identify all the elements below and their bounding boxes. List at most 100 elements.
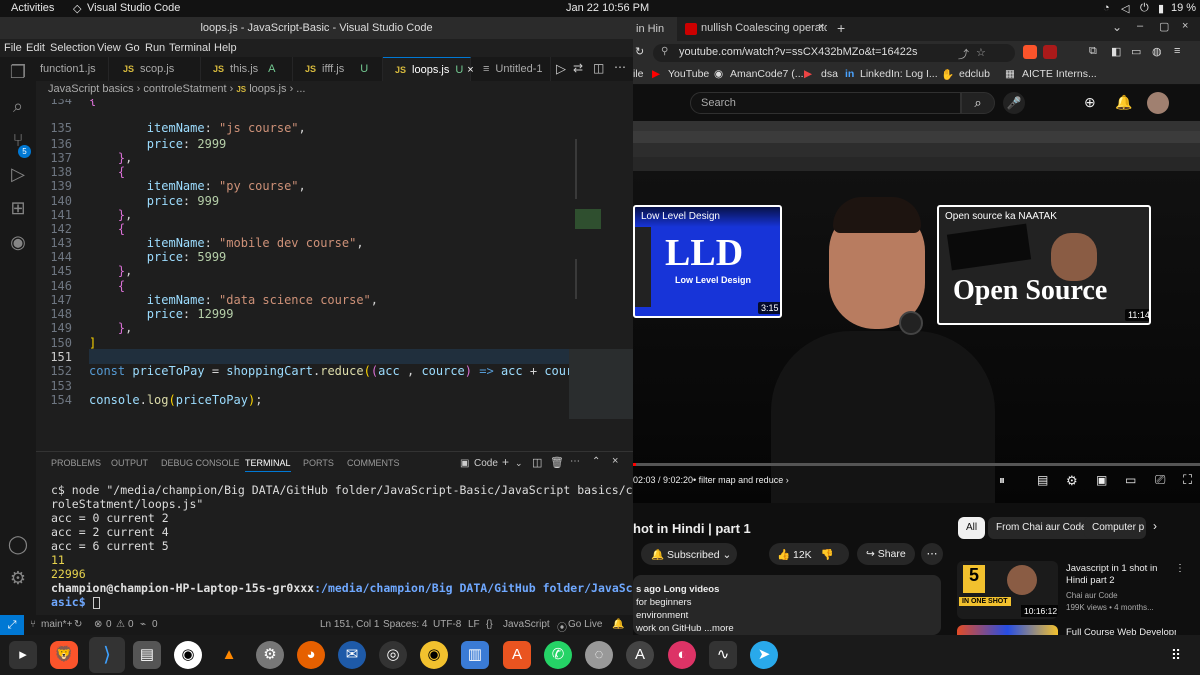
terminal-app-icon[interactable]: ▸ xyxy=(9,641,37,669)
clock[interactable]: Jan 22 10:56 PM xyxy=(566,2,649,14)
show-apps-icon[interactable]: ⠿ xyxy=(1162,641,1190,669)
tab-youtube[interactable]: in Hin xyxy=(633,17,677,41)
menu-terminal[interactable]: Terminal xyxy=(169,42,211,54)
battery-icon[interactable]: ▮ xyxy=(1158,2,1164,15)
split-terminal-icon[interactable]: ◫ xyxy=(532,456,542,469)
trash-icon[interactable]: 🗑 xyxy=(550,456,564,469)
panel-tab-debug[interactable]: DEBUG CONSOLE xyxy=(161,458,240,468)
system-monitor-icon[interactable]: ∿ xyxy=(709,641,737,669)
writer-icon[interactable]: ▥ xyxy=(461,641,489,669)
extensions-icon[interactable]: ⊞ xyxy=(7,197,29,219)
activities-button[interactable]: Activities xyxy=(11,2,54,14)
ports-icon[interactable]: ⌁ xyxy=(140,619,146,630)
description-box[interactable]: s ago Long videos for beginners environm… xyxy=(633,575,941,635)
side-video-title[interactable]: Javascript in 1 shot in Hindi part 2 xyxy=(1066,563,1176,587)
error-icon[interactable]: ⊗ xyxy=(94,619,102,630)
maximize-icon[interactable]: ▢ xyxy=(1159,20,1169,33)
endscreen-video-2[interactable]: Open source ka NAATAK Open Source 11:14 xyxy=(937,205,1151,325)
github-icon[interactable]: ◉ xyxy=(7,231,29,253)
explorer-icon[interactable]: ❐ xyxy=(7,61,29,83)
url-field[interactable]: ⚲ youtube.com/watch?v=ssCX432bMZo&t=1642… xyxy=(653,44,1015,62)
rhythmbox-icon[interactable]: ◉ xyxy=(420,641,448,669)
color-picker-icon[interactable]: ◐ xyxy=(668,641,696,669)
minimap[interactable] xyxy=(569,99,633,447)
share-icon[interactable]: ⤴ xyxy=(958,46,969,62)
new-terminal-icon[interactable]: + xyxy=(502,455,509,469)
panel-tab-output[interactable]: OUTPUT xyxy=(111,458,148,468)
brave-icon[interactable]: 🦁 xyxy=(50,641,78,669)
chip-computer[interactable]: Computer p xyxy=(1084,517,1146,539)
more-actions-icon[interactable]: ⋯ xyxy=(614,60,626,74)
warning-icon[interactable]: ⚠ xyxy=(116,619,125,630)
settings-app-icon[interactable]: ⚙ xyxy=(256,641,284,669)
brave-shields-icon[interactable] xyxy=(1023,45,1037,59)
extensions-icon[interactable]: ⧉ xyxy=(1089,45,1097,58)
brave-rewards-icon[interactable] xyxy=(1043,45,1057,59)
language-mode[interactable]: JavaScript xyxy=(503,619,550,630)
bell-icon[interactable]: 🔔 xyxy=(1115,94,1132,111)
terminal[interactable]: c$ node "/media/champion/Big DATA/GitHub… xyxy=(36,473,633,615)
bookmark-amancode[interactable]: AmanCode7 (... xyxy=(730,68,804,80)
panel-tab-comments[interactable]: COMMENTS xyxy=(347,458,400,468)
terminal-shell-name[interactable]: Code xyxy=(474,458,498,469)
thunderbird-icon[interactable]: ✉ xyxy=(338,641,366,669)
breadcrumb-folder[interactable]: JavaScript basics xyxy=(48,83,134,95)
search-icon[interactable]: ⌕ xyxy=(7,95,29,117)
microphone-icon[interactable]: 🎤 xyxy=(1003,92,1025,114)
split-editor-icon[interactable]: ◫ xyxy=(593,61,604,75)
bookmark-icon[interactable]: ☆ xyxy=(976,46,986,59)
bookmark-dsa[interactable]: dsa xyxy=(821,68,838,80)
avatar[interactable] xyxy=(1147,92,1169,114)
close-icon[interactable]: × xyxy=(612,455,618,467)
tab-nullish[interactable]: nullish Coalescing operator ( xyxy=(701,22,827,34)
eol[interactable]: LF xyxy=(468,619,480,630)
volume-icon[interactable]: ◁ xyxy=(1121,2,1129,15)
bookmark-youtube[interactable]: YouTube xyxy=(668,68,709,80)
indentation[interactable]: Spaces: 4 xyxy=(383,619,427,630)
share-button[interactable]: ↪ Share xyxy=(857,543,915,565)
obs-icon[interactable]: ◎ xyxy=(379,641,407,669)
fullscreen-icon[interactable]: ⛶ xyxy=(1183,472,1192,488)
chat-app-icon[interactable]: ◌ xyxy=(585,641,613,669)
active-app-name[interactable]: Visual Studio Code xyxy=(87,2,180,14)
panel-tab-terminal[interactable]: TERMINAL xyxy=(245,458,291,472)
dislike-icon[interactable]: 👎 xyxy=(821,549,834,561)
menu-icon[interactable]: ≡ xyxy=(1174,45,1180,57)
panel-tab-ports[interactable]: PORTS xyxy=(303,458,334,468)
side-video-channel[interactable]: Chai aur Code xyxy=(1066,591,1118,600)
vlc-icon[interactable]: ▲ xyxy=(215,641,243,669)
settings-gear-icon[interactable]: ⚙ xyxy=(7,567,29,589)
breadcrumb-file[interactable]: loops.js xyxy=(249,83,286,95)
chip-all[interactable]: All xyxy=(958,517,986,539)
maximize-panel-icon[interactable]: ⌃ xyxy=(592,456,600,467)
run-icon[interactable]: ▷ xyxy=(556,61,566,77)
theater-icon[interactable]: ▭ xyxy=(1125,473,1136,487)
terminal-shell-icon[interactable]: ▣ xyxy=(460,458,469,469)
like-button[interactable]: 👍 12K 👎 xyxy=(769,543,849,565)
reload-icon[interactable]: ↻ xyxy=(635,45,644,58)
wallet-icon[interactable]: ▭ xyxy=(1131,45,1141,58)
remote-icon[interactable]: ⤢ xyxy=(0,615,24,635)
profile-icon[interactable]: ◍ xyxy=(1152,45,1162,58)
software-center-icon[interactable]: A xyxy=(503,641,531,669)
autoplay-toggle[interactable]: ⏸ xyxy=(999,473,1005,488)
panel-tab-problems[interactable]: PROBLEMS xyxy=(51,458,101,468)
files-icon[interactable]: ▤ xyxy=(133,641,161,669)
tab-scop[interactable]: JS scop.js xyxy=(109,57,201,81)
side-video-thumb-1[interactable]: 5 IN ONE SHOT 10:16:12 xyxy=(957,561,1058,619)
search-icon[interactable]: ⌕ xyxy=(961,92,995,114)
tab-loops-active[interactable]: JS loops.js U × xyxy=(383,57,474,81)
run-debug-icon[interactable]: ▷ xyxy=(7,163,29,185)
miniplayer-icon[interactable]: ▣ xyxy=(1096,473,1107,487)
whatsapp-icon[interactable]: ✆ xyxy=(544,641,572,669)
progress-track[interactable] xyxy=(633,463,1200,466)
subscribed-button[interactable]: 🔔 Subscribed ⌄ xyxy=(641,543,737,565)
menu-help[interactable]: Help xyxy=(214,42,237,54)
encoding[interactable]: UTF-8 xyxy=(433,619,461,630)
cursor-position[interactable]: Ln 151, Col 1 xyxy=(320,619,380,630)
menu-view[interactable]: View xyxy=(97,42,121,54)
settings-icon[interactable]: ⚙ xyxy=(1066,473,1078,489)
endscreen-video-1[interactable]: Low Level Design LLD Low Level Design 3:… xyxy=(633,205,782,318)
bell-icon[interactable]: 🔔 xyxy=(612,619,624,630)
wifi-icon[interactable]: ◔ xyxy=(1103,2,1110,14)
